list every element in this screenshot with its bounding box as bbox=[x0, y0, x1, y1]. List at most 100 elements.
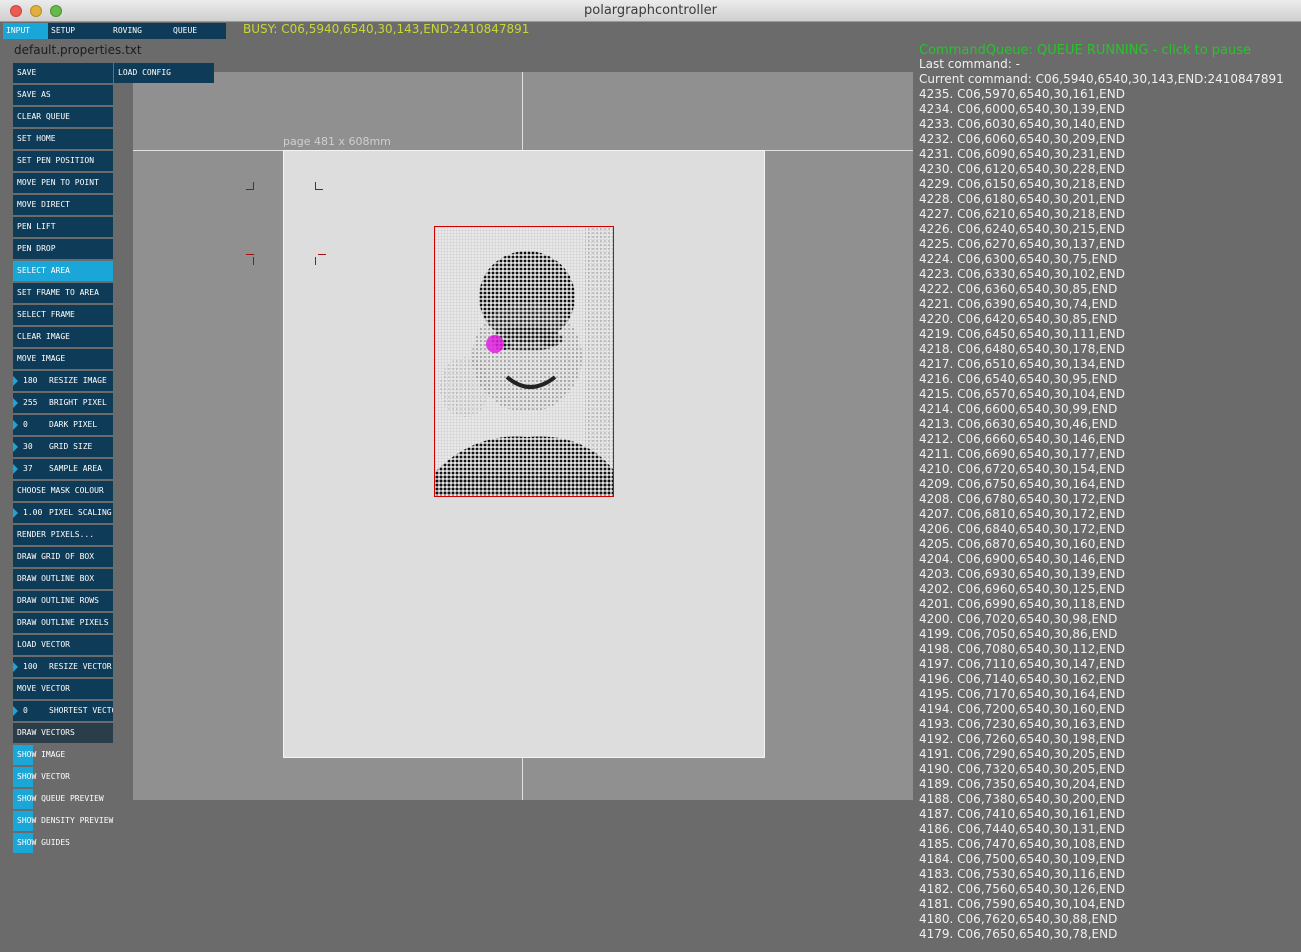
tab-roving[interactable]: ROVING bbox=[110, 23, 170, 39]
resize-vector-control[interactable]: 100 RESIZE VECTOR bbox=[13, 657, 113, 677]
move-direct-button[interactable]: MOVE DIRECT bbox=[13, 195, 113, 215]
resize-vector-label: RESIZE VECTOR bbox=[49, 662, 112, 671]
queue-list: 4235. C06,5970,6540,30,161,END 4234. C06,… bbox=[919, 87, 1299, 942]
queue-item: 4204. C06,6900,6540,30,146,END bbox=[919, 552, 1125, 566]
show-queue-preview-label: SHOW QUEUE PREVIEW bbox=[17, 794, 104, 803]
queue-item: 4229. C06,6150,6540,30,218,END bbox=[919, 177, 1125, 191]
show-queue-preview-toggle[interactable]: SHOW QUEUE PREVIEW bbox=[13, 789, 133, 809]
queue-item: 4209. C06,6750,6540,30,164,END bbox=[919, 477, 1125, 491]
save-as-button[interactable]: SAVE AS bbox=[13, 85, 113, 105]
bright-pixel-value: 255 bbox=[23, 398, 38, 407]
show-density-preview-toggle[interactable]: SHOW DENSITY PREVIEW bbox=[13, 811, 133, 831]
queue-item: 4215. C06,6570,6540,30,104,END bbox=[919, 387, 1125, 401]
queue-item: 4188. C06,7380,6540,30,200,END bbox=[919, 792, 1125, 806]
queue-item: 4208. C06,6780,6540,30,172,END bbox=[919, 492, 1125, 506]
show-image-toggle[interactable]: SHOW IMAGE bbox=[13, 745, 133, 765]
pen-drop-button[interactable]: PEN DROP bbox=[13, 239, 113, 259]
draw-vectors-button[interactable]: DRAW VECTORS bbox=[13, 723, 113, 743]
busy-status: BUSY: C06,5940,6540,30,143,END:241084789… bbox=[243, 22, 530, 36]
pixel-scaling-control[interactable]: 1.00 PIXEL SCALING bbox=[13, 503, 113, 523]
draw-outline-box-button[interactable]: DRAW OUTLINE BOX bbox=[13, 569, 113, 589]
shortest-vector-value: 0 bbox=[23, 706, 28, 715]
move-image-button[interactable]: MOVE IMAGE bbox=[13, 349, 113, 369]
grid-size-value: 30 bbox=[23, 442, 33, 451]
show-density-preview-label: SHOW DENSITY PREVIEW bbox=[17, 816, 114, 825]
move-pen-to-point-button[interactable]: MOVE PEN TO POINT bbox=[13, 173, 113, 193]
queue-item: 4187. C06,7410,6540,30,161,END bbox=[919, 807, 1125, 821]
dark-pixel-label: DARK PIXEL bbox=[49, 420, 98, 429]
resize-image-value: 180 bbox=[23, 376, 38, 385]
app-canvas: INPUT SETUP ROVING QUEUE BUSY: C06,5940,… bbox=[0, 22, 1301, 952]
queue-item: 4212. C06,6660,6540,30,146,END bbox=[919, 432, 1125, 446]
set-frame-to-area-button[interactable]: SET FRAME TO AREA bbox=[13, 283, 113, 303]
queue-item: 4218. C06,6480,6540,30,178,END bbox=[919, 342, 1125, 356]
shortest-vector-control[interactable]: 0 SHORTEST VECTOR bbox=[13, 701, 113, 721]
queue-item: 4217. C06,6510,6540,30,134,END bbox=[919, 357, 1125, 371]
command-queue-panel: CommandQueue: QUEUE RUNNING - click to p… bbox=[919, 42, 1299, 942]
queue-item: 4224. C06,6300,6540,30,75,END bbox=[919, 252, 1118, 266]
draw-grid-of-box-button[interactable]: DRAW GRID OF BOX bbox=[13, 547, 113, 567]
queue-item: 4226. C06,6240,6540,30,215,END bbox=[919, 222, 1125, 236]
set-home-button[interactable]: SET HOME bbox=[13, 129, 113, 149]
move-vector-button[interactable]: MOVE VECTOR bbox=[13, 679, 113, 699]
show-vector-label: SHOW VECTOR bbox=[17, 772, 70, 781]
render-pixels-button[interactable]: RENDER PIXELS... bbox=[13, 525, 113, 545]
queue-item: 4201. C06,6990,6540,30,118,END bbox=[919, 597, 1125, 611]
queue-item: 4213. C06,6630,6540,30,46,END bbox=[919, 417, 1118, 431]
dark-pixel-value: 0 bbox=[23, 420, 28, 429]
frame-corner-mark bbox=[318, 254, 326, 255]
queue-item: 4221. C06,6390,6540,30,74,END bbox=[919, 297, 1118, 311]
pixel-scaling-label: PIXEL SCALING bbox=[49, 508, 112, 517]
load-config-button[interactable]: LOAD CONFIG bbox=[114, 63, 214, 83]
tab-input[interactable]: INPUT bbox=[3, 23, 48, 39]
queue-item: 4189. C06,7350,6540,30,204,END bbox=[919, 777, 1125, 791]
arrow-right-icon bbox=[13, 398, 18, 408]
clear-queue-button[interactable]: CLEAR QUEUE bbox=[13, 107, 113, 127]
queue-item: 4227. C06,6210,6540,30,218,END bbox=[919, 207, 1125, 221]
portrait-image bbox=[435, 227, 613, 496]
queue-item: 4203. C06,6930,6540,30,139,END bbox=[919, 567, 1125, 581]
select-frame-button[interactable]: SELECT FRAME bbox=[13, 305, 113, 325]
resize-image-control[interactable]: 180 RESIZE IMAGE bbox=[13, 371, 113, 391]
queue-item: 4193. C06,7230,6540,30,163,END bbox=[919, 717, 1125, 731]
sample-area-control[interactable]: 37 SAMPLE AREA bbox=[13, 459, 113, 479]
bright-pixel-control[interactable]: 255 BRIGHT PIXEL bbox=[13, 393, 113, 413]
queue-item: 4228. C06,6180,6540,30,201,END bbox=[919, 192, 1125, 206]
queue-item: 4231. C06,6090,6540,30,231,END bbox=[919, 147, 1125, 161]
show-guides-toggle[interactable]: SHOW GUIDES bbox=[13, 833, 133, 853]
queue-item: 4200. C06,7020,6540,30,98,END bbox=[919, 612, 1118, 626]
queue-item: 4198. C06,7080,6540,30,112,END bbox=[919, 642, 1125, 656]
image-frame[interactable] bbox=[434, 226, 614, 497]
load-vector-button[interactable]: LOAD VECTOR bbox=[13, 635, 113, 655]
queue-item: 4180. C06,7620,6540,30,88,END bbox=[919, 912, 1118, 926]
tab-queue[interactable]: QUEUE bbox=[170, 23, 226, 39]
queue-item: 4184. C06,7500,6540,30,109,END bbox=[919, 852, 1125, 866]
show-image-label: SHOW IMAGE bbox=[17, 750, 66, 759]
choose-mask-colour-button[interactable]: CHOOSE MASK COLOUR bbox=[13, 481, 113, 501]
resize-vector-value: 100 bbox=[23, 662, 38, 671]
title-bar: polargraphcontroller bbox=[0, 0, 1301, 22]
dark-pixel-control[interactable]: 0 DARK PIXEL bbox=[13, 415, 113, 435]
show-vector-toggle[interactable]: SHOW VECTOR bbox=[13, 767, 133, 787]
select-area-button[interactable]: SELECT AREA bbox=[13, 261, 113, 281]
queue-item: 4210. C06,6720,6540,30,154,END bbox=[919, 462, 1125, 476]
queue-item: 4232. C06,6060,6540,30,209,END bbox=[919, 132, 1125, 146]
sample-area-value: 37 bbox=[23, 464, 33, 473]
queue-item: 4197. C06,7110,6540,30,147,END bbox=[919, 657, 1125, 671]
grid-size-control[interactable]: 30 GRID SIZE bbox=[13, 437, 113, 457]
grid-size-label: GRID SIZE bbox=[49, 442, 93, 451]
pen-lift-button[interactable]: PEN LIFT bbox=[13, 217, 113, 237]
queue-item: 4234. C06,6000,6540,30,139,END bbox=[919, 102, 1125, 116]
set-pen-position-button[interactable]: SET PEN POSITION bbox=[13, 151, 113, 171]
queue-item: 4191. C06,7290,6540,30,205,END bbox=[919, 747, 1125, 761]
draw-outline-pixels-button[interactable]: DRAW OUTLINE PIXELS bbox=[13, 613, 113, 633]
draw-outline-rows-button[interactable]: DRAW OUTLINE ROWS bbox=[13, 591, 113, 611]
tab-setup[interactable]: SETUP bbox=[48, 23, 110, 39]
save-button[interactable]: SAVE bbox=[13, 63, 113, 83]
frame-corner-mark bbox=[253, 257, 254, 265]
machine-area[interactable]: page 481 x 608mm bbox=[133, 72, 913, 800]
queue-item: 4233. C06,6030,6540,30,140,END bbox=[919, 117, 1125, 131]
clear-image-button[interactable]: CLEAR IMAGE bbox=[13, 327, 113, 347]
properties-filename: default.properties.txt bbox=[14, 43, 142, 57]
arrow-right-icon bbox=[13, 464, 18, 474]
